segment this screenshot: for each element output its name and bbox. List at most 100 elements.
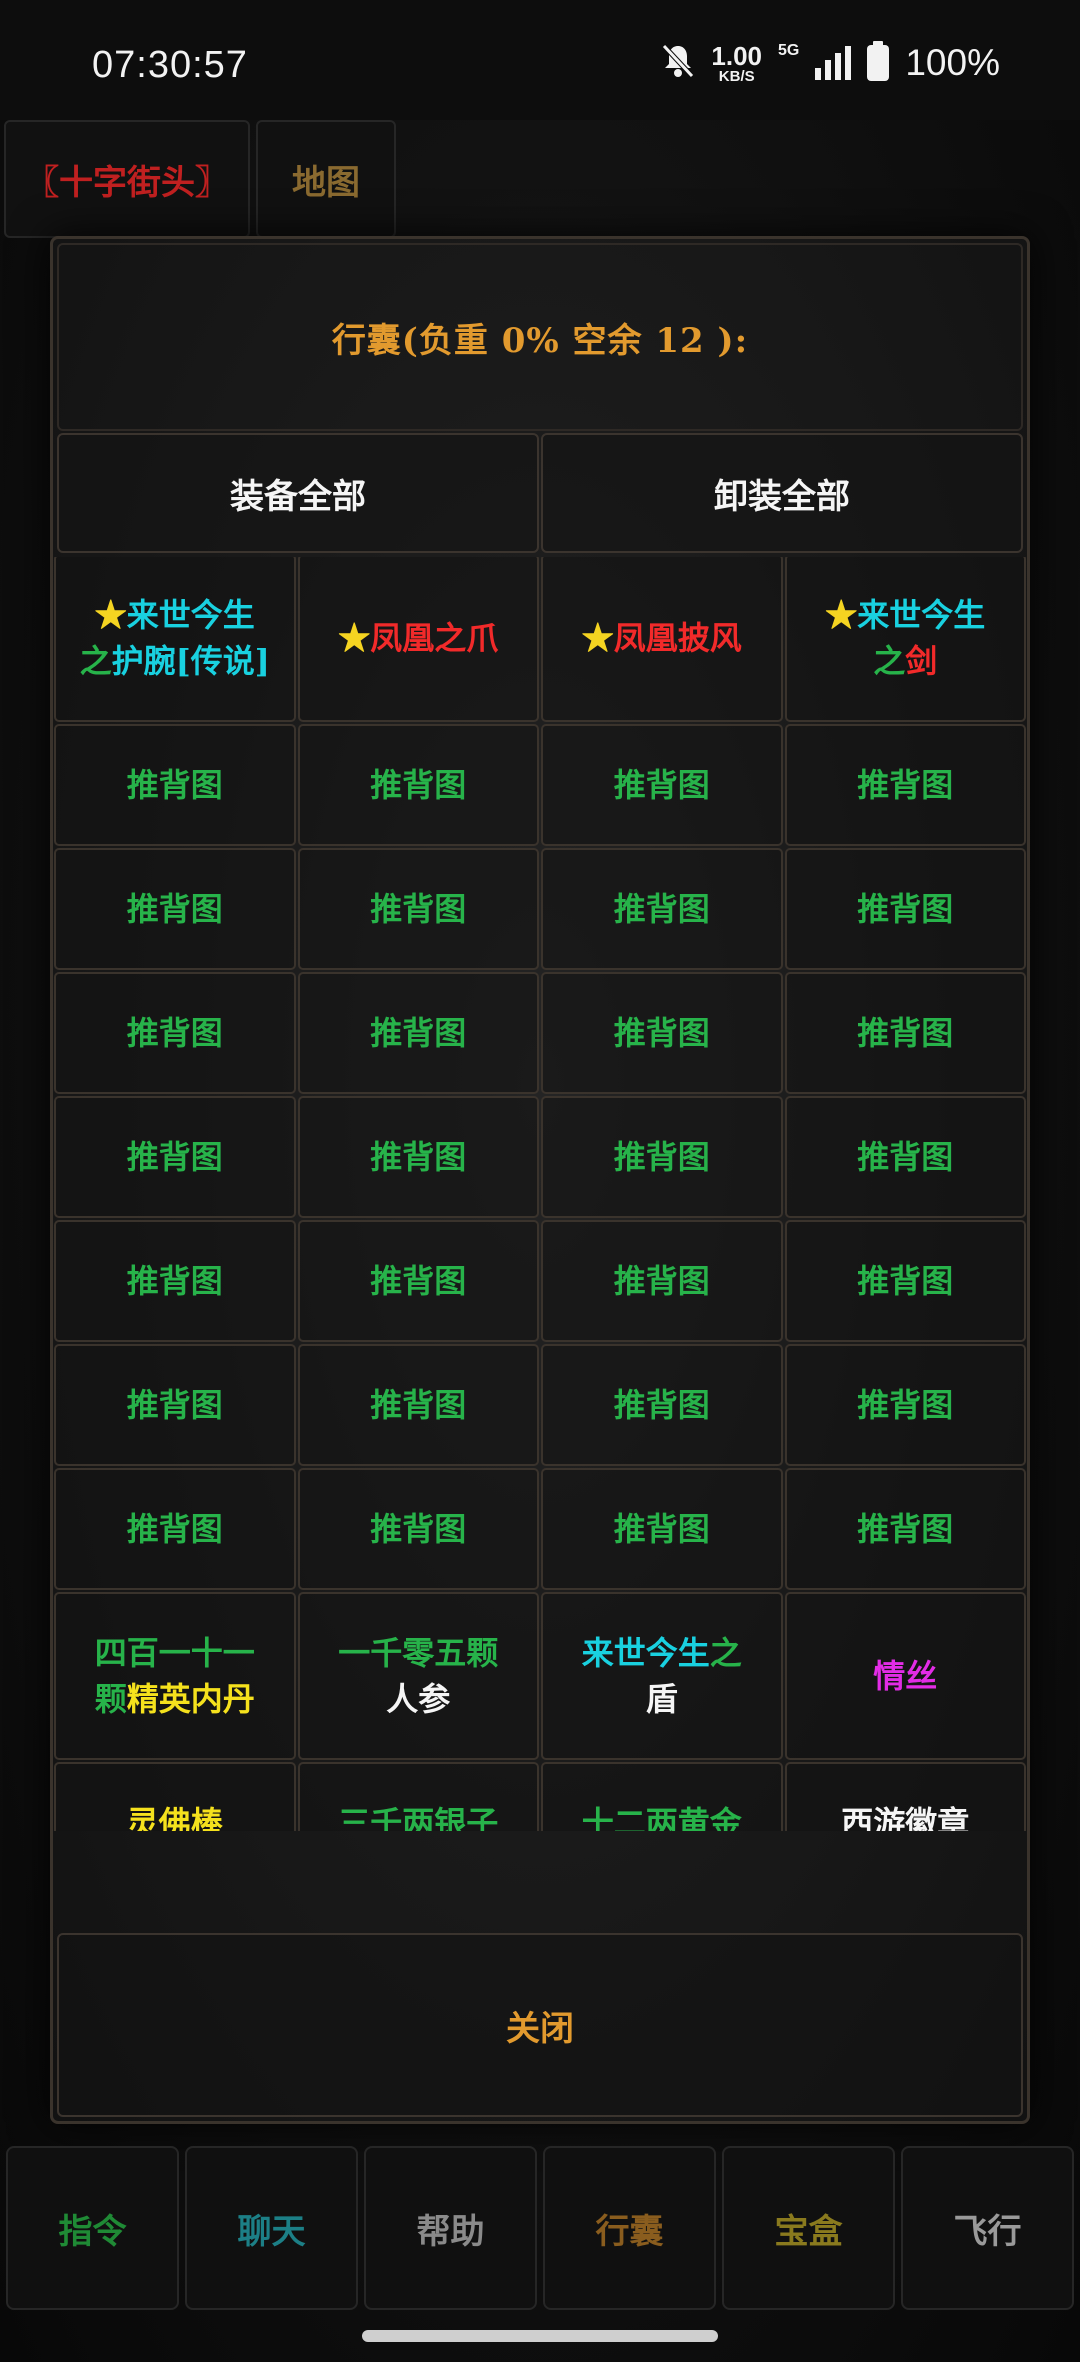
item-label: 推背图	[126, 1262, 223, 1300]
signal-icon	[815, 46, 852, 80]
inventory-item[interactable]: 推背图	[784, 1468, 1026, 1590]
item-name-part: 护腕[传说]	[111, 642, 270, 680]
star-icon: ★	[94, 596, 127, 634]
network-type: 5G	[778, 42, 800, 59]
item-label: 推背图	[613, 1014, 710, 1052]
item-label: 一千零五颗 人参	[338, 1630, 498, 1722]
close-button[interactable]: 关闭	[57, 1933, 1023, 2117]
inventory-item[interactable]: 推背图	[297, 1220, 539, 1342]
item-name-part: 情丝	[873, 1657, 938, 1695]
item-label: 推背图	[370, 1386, 467, 1424]
item-name-part: 凤凰披风	[613, 619, 742, 657]
clock: 07:30:57	[92, 44, 248, 86]
inventory-item[interactable]: 推背图	[54, 1096, 296, 1218]
inventory-item[interactable]: ★凤凰披风	[541, 557, 783, 722]
inventory-item[interactable]: 推背图	[784, 972, 1026, 1094]
inventory-item[interactable]: 推背图	[297, 724, 539, 846]
nav-button[interactable]: 行囊	[543, 2146, 716, 2310]
item-label: 推背图	[857, 1138, 954, 1176]
bottom-nav: 指令 聊天 帮助 行囊 宝盒 飞行	[0, 2140, 1080, 2320]
item-name-part: 精英内丹	[126, 1680, 255, 1718]
item-label: 推背图	[126, 1014, 223, 1052]
item-label: ★来世今生 之剑	[825, 592, 985, 684]
status-icons: 1.00 KB/S 5G 100%	[661, 41, 1000, 84]
item-label: ★凤凰披风	[582, 615, 742, 661]
inventory-item[interactable]: 推背图	[54, 724, 296, 846]
inventory-item[interactable]: 推背图	[541, 848, 783, 970]
inventory-item[interactable]: ★来世今生 之护腕[传说]	[54, 557, 296, 722]
map-tab[interactable]: 地图	[256, 120, 396, 238]
unequip-all-button[interactable]: 卸装全部	[541, 433, 1023, 553]
inventory-item[interactable]: 来世今生之盾	[541, 1592, 783, 1760]
inventory-item[interactable]: ★来世今生 之剑	[784, 557, 1026, 722]
nav-label: 指令	[58, 2211, 127, 2252]
battery-level: 100%	[905, 42, 1000, 83]
home-indicator	[362, 2330, 718, 2342]
inventory-item[interactable]: 推背图	[541, 1344, 783, 1466]
inventory-item[interactable]: ★凤凰之爪	[297, 557, 539, 722]
inventory-item[interactable]: 十二两黄金	[541, 1762, 783, 1831]
inventory-item[interactable]: 推背图	[784, 1220, 1026, 1342]
nav-button[interactable]: 聊天	[185, 2146, 358, 2310]
item-name-part: 之	[79, 642, 112, 680]
item-name-part: 剑	[905, 642, 938, 680]
inventory-item[interactable]: 一千零五颗 人参	[297, 1592, 539, 1760]
item-label: 推背图	[857, 1510, 954, 1548]
inventory-title: 行囊(负重 0% 空余 12 ):	[57, 243, 1023, 431]
item-label: 西游徽章	[841, 1800, 969, 1831]
inventory-item[interactable]: 推背图	[541, 1220, 783, 1342]
inventory-item[interactable]: 推背图	[784, 1344, 1026, 1466]
inventory-item[interactable]: 情丝	[784, 1592, 1026, 1760]
star-icon: ★	[581, 619, 614, 657]
inventory-list[interactable]: ★来世今生 之护腕[传说] ★凤凰之爪 ★凤凰披风 ★来世今生 之剑 推背图 推背图 推背图 推背…	[53, 557, 1027, 1831]
equip-all-button[interactable]: 装备全部	[57, 433, 539, 553]
inventory-item[interactable]: 推背图	[297, 1096, 539, 1218]
nav-button[interactable]: 指令	[6, 2146, 179, 2310]
item-label: 情丝	[873, 1653, 937, 1699]
nav-button[interactable]: 帮助	[364, 2146, 537, 2310]
item-label: 推背图	[613, 1262, 710, 1300]
inventory-item[interactable]: 推背图	[54, 1344, 296, 1466]
item-label: 推背图	[126, 1386, 223, 1424]
inventory-item[interactable]: 推背图	[784, 724, 1026, 846]
inventory-item[interactable]: 推背图	[54, 1468, 296, 1590]
nav-label: 聊天	[237, 2211, 306, 2252]
inventory-item[interactable]: 推背图	[541, 1468, 783, 1590]
inventory-item[interactable]: 推背图	[297, 848, 539, 970]
inventory-item[interactable]: 四百一十一 颗精英内丹	[54, 1592, 296, 1760]
inventory-item[interactable]: 推背图	[54, 848, 296, 970]
nav-button[interactable]: 飞行	[901, 2146, 1074, 2310]
nav-label: 帮助	[416, 2211, 485, 2252]
inventory-item[interactable]: 推背图	[297, 972, 539, 1094]
item-label: 推背图	[370, 1510, 467, 1548]
inventory-item[interactable]: 三千两银子	[297, 1762, 539, 1831]
item-label: 推背图	[370, 890, 467, 928]
inventory-item[interactable]: 推背图	[784, 848, 1026, 970]
item-label: 推背图	[613, 766, 710, 804]
inventory-item[interactable]: 西游徽章	[784, 1762, 1026, 1831]
star-icon: ★	[338, 619, 371, 657]
item-label: 推背图	[613, 890, 710, 928]
inventory-item[interactable]: 推背图	[541, 724, 783, 846]
nav-label: 行囊	[595, 2211, 664, 2252]
item-name-part: 西游徽章	[841, 1804, 970, 1831]
map-label: 地图	[292, 162, 360, 203]
inventory-item[interactable]: 推背图	[541, 1096, 783, 1218]
battery-icon	[867, 41, 890, 81]
inventory-item[interactable]: 推背图	[297, 1468, 539, 1590]
item-label: 推背图	[613, 1386, 710, 1424]
inventory-item[interactable]: 推背图	[54, 972, 296, 1094]
item-label: 推背图	[857, 766, 954, 804]
item-label: 推背图	[857, 890, 954, 928]
location-tab[interactable]: 〖十字街头〗	[4, 120, 250, 238]
nav-button[interactable]: 宝盒	[722, 2146, 895, 2310]
inventory-item[interactable]: 推背图	[784, 1096, 1026, 1218]
inventory-item[interactable]: 推背图	[541, 972, 783, 1094]
item-name-part: 四百一十一	[94, 1634, 255, 1672]
inventory-item[interactable]: 推背图	[54, 1220, 296, 1342]
item-name-part: 来世今生	[126, 596, 255, 634]
inventory-item[interactable]: 灵佛棒	[54, 1762, 296, 1831]
inventory-item[interactable]: 推背图	[297, 1344, 539, 1466]
item-label: ★凤凰之爪	[338, 615, 498, 661]
mute-bell-icon	[661, 43, 695, 84]
